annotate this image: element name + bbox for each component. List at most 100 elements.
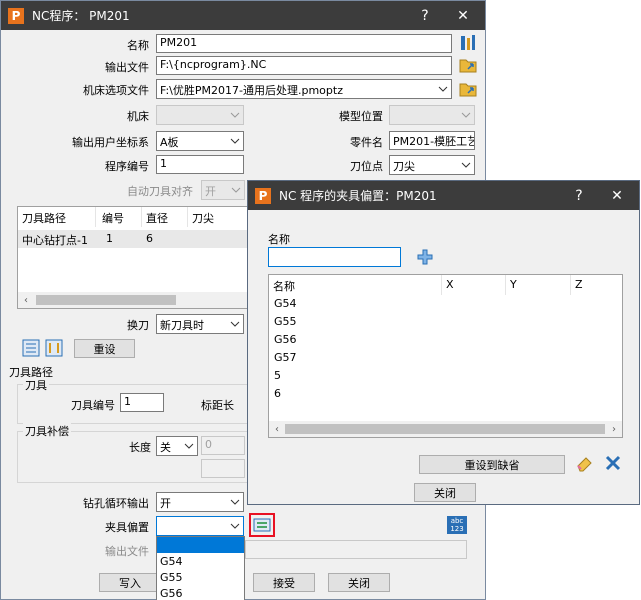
tool-number-label: 刀具编号 [71, 399, 115, 412]
open-folder-icon[interactable] [458, 55, 478, 75]
powermill-logo-icon: P [255, 187, 271, 204]
list-item[interactable]: G57 [274, 351, 297, 369]
column-header-number[interactable]: 编号 [98, 207, 142, 227]
chevron-down-icon [435, 80, 451, 98]
reset-button[interactable]: 重设 [74, 339, 135, 358]
gauge-length-label: 标距长 [201, 399, 234, 412]
list-item[interactable]: 5 [274, 369, 281, 387]
column-header-toolpath[interactable]: 刀具路径 [18, 207, 96, 227]
output-file2-label: 输出文件 [105, 545, 149, 558]
chevron-down-icon [458, 106, 474, 124]
powermill-logo-icon: P [8, 7, 24, 24]
drill-cycle-value: 开 [160, 497, 171, 510]
tool-number-input[interactable]: 1 [120, 393, 164, 412]
chevron-down-icon [227, 493, 243, 511]
length-value: 关 [160, 441, 171, 454]
column-header-x[interactable]: X [442, 275, 506, 295]
tool-point-label: 刀位点 [350, 160, 383, 173]
chevron-down-icon [181, 437, 197, 455]
machine-select [156, 105, 244, 125]
dialog-help-button[interactable]: ? [561, 181, 597, 210]
abc-123-icon[interactable]: abc 123 [447, 516, 467, 534]
cell-number: 1 [106, 232, 113, 245]
fixture-offset-editor-icon[interactable] [249, 513, 275, 537]
column-header-diameter[interactable]: 直径 [142, 207, 188, 227]
main-window-title: NC程序： PM201 [32, 9, 130, 23]
model-position-label: 模型位置 [339, 110, 383, 123]
program-number-label: 程序编号 [105, 160, 149, 173]
length-select[interactable]: 关 [156, 436, 198, 456]
compensation-group-title: 刀具补偿 [23, 423, 71, 439]
tool-group-title: 刀具 [23, 377, 49, 393]
scroll-left-icon[interactable]: ‹ [269, 421, 285, 437]
reset-to-default-button[interactable]: 重设到缺省 [419, 455, 565, 474]
tool-change-value: 新刀具时 [160, 319, 204, 332]
dialog-horizontal-scrollbar[interactable]: ‹ › [269, 421, 622, 437]
chevron-down-icon [227, 517, 243, 535]
scrollbar-thumb[interactable] [36, 295, 176, 305]
fixture-offset-dialog: P NC 程序的夹具偏置：PM201 ? ✕ 名称 名称 X Y Z G54 G… [247, 180, 640, 505]
delete-tools-icon[interactable] [603, 453, 623, 473]
user-cs-select[interactable]: A板 [156, 131, 244, 151]
tool-point-select[interactable]: 刀尖 [389, 155, 475, 175]
tool-properties-icon[interactable] [458, 33, 478, 53]
dropdown-option-g56[interactable]: G56 [157, 585, 244, 600]
user-cs-value: A板 [160, 136, 179, 149]
dropdown-option-g55[interactable]: G55 [157, 569, 244, 585]
open-folder-icon[interactable] [458, 79, 478, 99]
dialog-close-button[interactable]: 关闭 [414, 483, 476, 502]
tool-point-value: 刀尖 [393, 160, 415, 173]
drill-cycle-select[interactable]: 开 [156, 492, 244, 512]
list-item[interactable]: 6 [274, 387, 281, 405]
column-header-y[interactable]: Y [506, 275, 571, 295]
dialog-title: NC 程序的夹具偏置：PM201 [279, 189, 437, 203]
fixture-offset-label: 夹具偏置 [105, 521, 149, 534]
scrollbar-thumb[interactable] [285, 424, 605, 434]
chevron-down-icon [228, 181, 244, 199]
length-label: 长度 [129, 441, 151, 454]
dialog-close-icon[interactable]: ✕ [599, 181, 635, 210]
close-icon[interactable]: ✕ [445, 1, 481, 30]
list-item[interactable]: G56 [274, 333, 297, 351]
main-titlebar: P NC程序： PM201 ? ✕ [1, 1, 485, 30]
tool-change-label: 换刀 [127, 319, 149, 332]
column-header-z[interactable]: Z [571, 275, 622, 295]
chevron-down-icon [227, 132, 243, 150]
list-item[interactable]: G54 [274, 297, 297, 315]
abc-icon-text: abc 123 [450, 517, 464, 533]
fixture-offset-select[interactable] [156, 516, 244, 536]
help-button[interactable]: ? [407, 1, 443, 30]
scroll-left-icon[interactable]: ‹ [18, 292, 34, 308]
dropdown-option-g54[interactable]: G54 [157, 553, 244, 569]
length-number-input: 0 [201, 436, 245, 455]
write-button[interactable]: 写入 [99, 573, 161, 592]
cell-toolpath: 中心钻打点-1 [22, 234, 88, 247]
column-header-tip[interactable]: 刀尖 [188, 207, 248, 227]
dialog-name-input[interactable] [268, 247, 401, 267]
program-number-input[interactable]: 1 [156, 155, 244, 174]
tool-change-select[interactable]: 新刀具时 [156, 314, 244, 334]
chevron-down-icon [227, 315, 243, 333]
eraser-icon[interactable] [574, 453, 594, 473]
auto-align-label: 自动刀具对齐 [127, 185, 193, 198]
name-input[interactable]: PM201 [156, 34, 452, 53]
column-header-name[interactable]: 名称 [269, 275, 442, 295]
close-button[interactable]: 关闭 [328, 573, 390, 592]
list-item[interactable]: G55 [274, 315, 297, 333]
dropdown-option-empty[interactable] [157, 537, 244, 553]
part-name-input[interactable]: PM201-模胚工艺 [389, 131, 475, 150]
auto-align-value: 开 [205, 185, 216, 198]
dialog-name-label: 名称 [268, 233, 290, 246]
scroll-right-icon[interactable]: › [606, 421, 622, 437]
toolpath-list-icon[interactable] [21, 338, 41, 358]
fixture-offset-dropdown: G54 G55 G56 [156, 536, 245, 600]
chevron-down-icon [458, 156, 474, 174]
add-icon[interactable] [415, 247, 435, 267]
output-file-label: 输出文件 [105, 61, 149, 74]
machine-option-select[interactable]: F:\优胜PM2017-通用后处理.pmoptz [156, 79, 452, 99]
output-file-input[interactable]: F:\{ncprogram}.NC [156, 56, 452, 75]
toolpath-sort-icon[interactable] [44, 338, 64, 358]
auto-align-select: 开 [201, 180, 245, 200]
cell-diameter: 6 [146, 232, 153, 245]
accept-button[interactable]: 接受 [253, 573, 315, 592]
